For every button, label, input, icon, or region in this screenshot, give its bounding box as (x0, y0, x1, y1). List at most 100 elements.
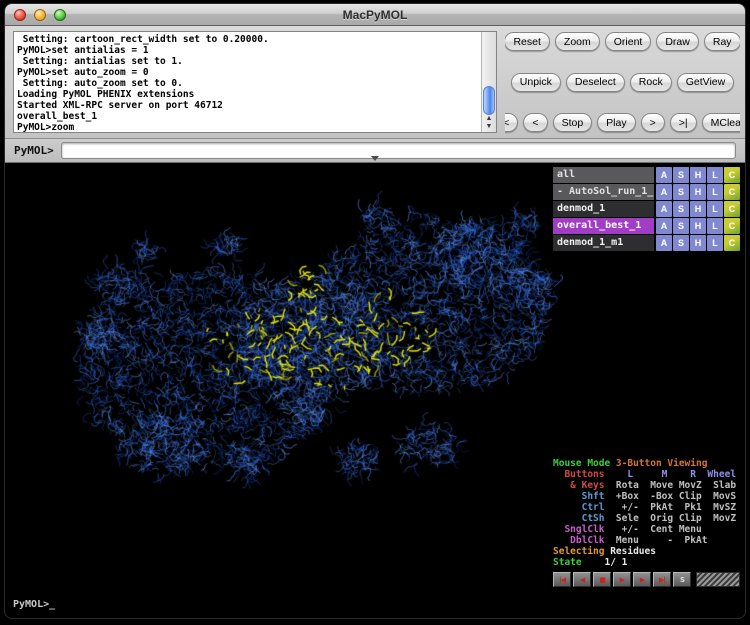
mclear-button[interactable]: MClear (702, 113, 740, 132)
mouse-panel-segment: Buttons (553, 469, 604, 480)
close-button[interactable] (14, 9, 26, 21)
movie-end-button[interactable]: ▶| (653, 572, 671, 587)
object-3-c-menu-button[interactable]: C (724, 218, 740, 234)
object-3-s-menu-button[interactable]: S (673, 218, 689, 234)
object-1-l-menu-button[interactable]: L (707, 184, 723, 200)
object-0-s-menu-button[interactable]: S (673, 167, 689, 183)
mouse-panel-segment: SnglClk (553, 524, 604, 535)
movie-scene-button[interactable]: S (673, 572, 691, 587)
mouse-panel-line: Ctrl +/- PkAt Pk1 MvSZ (553, 502, 740, 513)
mouse-panel-segment: 3-Button Viewing (616, 458, 708, 469)
object-name-1[interactable]: - AutoSol_run_1_ (553, 184, 654, 200)
mouse-panel-line: Shft +Box -Box Clip MovS (553, 491, 740, 502)
mouse-panel-segment: State (553, 557, 587, 568)
mouse-panel-line: DblClk Menu - PkAt (553, 535, 740, 546)
object-name-4[interactable]: denmod_1_m1 (553, 235, 654, 251)
console-line: Setting: auto_zoom set to 0. (17, 78, 492, 89)
mouse-panel-segment: +Box -Box Clip MovS (604, 491, 736, 502)
movie-forward-button[interactable]: ▶ (633, 572, 651, 587)
console-line: PyMOL>set antialias = 1 (17, 45, 492, 56)
object-3-l-menu-button[interactable]: L (707, 218, 723, 234)
play-button[interactable]: Play (597, 113, 635, 132)
mouse-panel-line: SnglClk +/- Cent Menu (553, 524, 740, 535)
object-0-c-menu-button[interactable]: C (724, 167, 740, 183)
window-title: MacPyMOL (5, 8, 745, 22)
mouse-panel-segment: Shft (553, 491, 604, 502)
ray-button[interactable]: Ray (704, 32, 740, 51)
object-row: - AutoSol_run_1_ASHLC (553, 184, 740, 200)
object-1-a-menu-button[interactable]: A (656, 184, 672, 200)
object-0-a-menu-button[interactable]: A (656, 167, 672, 183)
object-name-2[interactable]: denmod_1 (553, 201, 654, 217)
object-1-c-menu-button[interactable]: C (724, 184, 740, 200)
console-scrollbar[interactable]: ▲ ▼ (481, 32, 496, 132)
scroll-down-icon[interactable]: ▼ (482, 123, 496, 131)
mouse-panel-segment: & Keys (553, 480, 604, 491)
movie-stop-button[interactable]: ■ (593, 572, 611, 587)
unpick-button[interactable]: Unpick (511, 73, 561, 92)
frame-next-button[interactable]: > (641, 113, 665, 132)
maximize-button[interactable] (54, 9, 66, 21)
object-2-a-menu-button[interactable]: A (656, 201, 672, 217)
object-3-h-menu-button[interactable]: H (690, 218, 706, 234)
mouse-panel-segment: Mouse Mode (553, 458, 616, 469)
draw-button[interactable]: Draw (656, 32, 699, 51)
toolbar-row: Reset Zoom OrientDraw Ray (505, 32, 740, 51)
console-line: Started XML-RPC server on port 46712 (17, 100, 492, 111)
getview-button[interactable]: GetView (677, 73, 735, 92)
movie-rewind-button[interactable]: |◀ (553, 572, 571, 587)
mouse-panel-line[interactable]: State 1/ 1 (553, 557, 740, 568)
frame-prev-button[interactable]: < (523, 113, 547, 132)
object-row: denmod_1ASHLC (553, 201, 740, 217)
object-2-c-menu-button[interactable]: C (724, 201, 740, 217)
object-1-h-menu-button[interactable]: H (690, 184, 706, 200)
object-name-3[interactable]: overall_best_1 (553, 218, 654, 234)
splitter-grip-icon[interactable] (371, 156, 379, 161)
toolbar-row: |< < StopPlay > >| MClear (505, 113, 740, 132)
console-log[interactable]: Setting: cartoon_rect_width set to 0.200… (13, 31, 497, 133)
movie-play-button[interactable]: ▶ (613, 572, 631, 587)
scrollbar-thumb[interactable] (483, 86, 495, 115)
object-2-l-menu-button[interactable]: L (707, 201, 723, 217)
mouse-panel-line: CtSh Sele Orig Clip MovZ (553, 513, 740, 524)
rock-button[interactable]: Rock (630, 73, 672, 92)
toolbar: Reset Zoom OrientDraw Ray Unpick Deselect Rock… (505, 30, 740, 134)
object-0-l-menu-button[interactable]: L (707, 167, 723, 183)
object-4-s-menu-button[interactable]: S (673, 235, 689, 251)
resize-grip-icon[interactable] (696, 572, 740, 587)
object-4-a-menu-button[interactable]: A (656, 235, 672, 251)
mouse-mode-panel: Mouse Mode 3-Button Viewing Buttons L M … (553, 458, 740, 568)
viewport-prompt: PyMOL>_ (13, 599, 55, 610)
mouse-panel-line: Buttons L M R Wheel (553, 469, 740, 480)
object-0-h-menu-button[interactable]: H (690, 167, 706, 183)
toolbar-row: Unpick Deselect Rock GetView (505, 73, 740, 92)
orient-button[interactable]: Orient (605, 32, 652, 51)
titlebar[interactable]: MacPyMOL (5, 4, 745, 26)
minimize-button[interactable] (34, 9, 46, 21)
mouse-panel-segment: +/- PkAt Pk1 MvSZ (604, 502, 736, 513)
object-2-s-menu-button[interactable]: S (673, 201, 689, 217)
deselect-button[interactable]: Deselect (566, 73, 625, 92)
object-2-h-menu-button[interactable]: H (690, 201, 706, 217)
object-4-l-menu-button[interactable]: L (707, 235, 723, 251)
mouse-panel-segment: +/- Cent Menu (604, 524, 701, 535)
frame-last-button[interactable]: >| (670, 113, 697, 132)
zoom-button[interactable]: Zoom (555, 32, 600, 51)
object-3-a-menu-button[interactable]: A (656, 218, 672, 234)
object-4-c-menu-button[interactable]: C (724, 235, 740, 251)
frame-first-button[interactable]: |< (505, 113, 518, 132)
mouse-panel-segment: 1/ 1 (587, 557, 627, 568)
mouse-panel-line[interactable]: Mouse Mode 3-Button Viewing (553, 458, 740, 469)
command-input[interactable] (61, 142, 736, 159)
top-panel: Setting: cartoon_rect_width set to 0.200… (5, 26, 745, 139)
object-name-0[interactable]: all (553, 167, 654, 183)
stop-button[interactable]: Stop (553, 113, 593, 132)
mouse-panel-line[interactable]: Selecting Residues (553, 546, 740, 557)
console-text: Setting: cartoon_rect_width set to 0.200… (14, 32, 496, 133)
reset-button[interactable]: Reset (505, 32, 550, 51)
console-line: Setting: cartoon_rect_width set to 0.200… (17, 34, 492, 45)
scroll-up-icon[interactable]: ▲ (482, 115, 496, 123)
movie-back-button[interactable]: ◀ (573, 572, 591, 587)
object-4-h-menu-button[interactable]: H (690, 235, 706, 251)
object-1-s-menu-button[interactable]: S (673, 184, 689, 200)
